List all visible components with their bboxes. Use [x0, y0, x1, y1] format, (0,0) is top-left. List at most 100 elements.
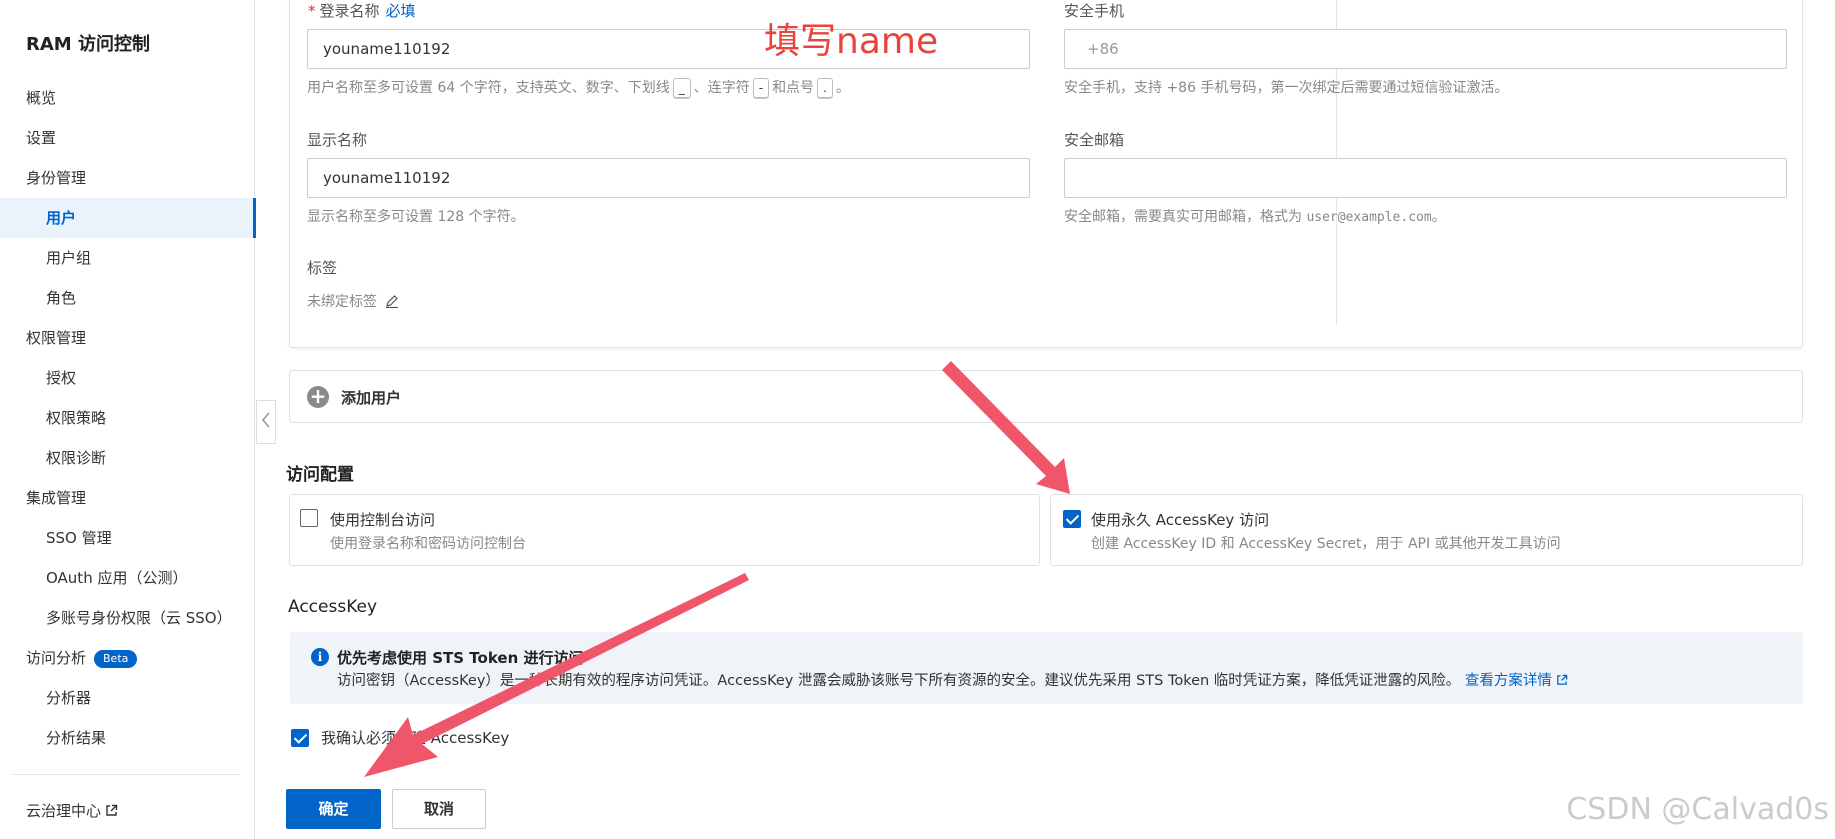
sidebar-item-label: 权限管理 — [26, 329, 87, 347]
sidebar-item-diagnosis[interactable]: 权限诊断 — [0, 438, 255, 478]
help-text: 、连字符 — [693, 80, 750, 96]
sidebar-group-permissions[interactable]: 权限管理 — [0, 318, 255, 358]
accesskey-access-checkbox[interactable] — [1063, 510, 1081, 528]
sidebar-group-integration[interactable]: 集成管理 — [0, 478, 255, 518]
sidebar-item-label: 身份管理 — [26, 169, 87, 187]
sidebar-item-label: 设置 — [26, 129, 57, 147]
accesskey-access-option[interactable]: 使用永久 AccessKey 访问 创建 AccessKey ID 和 Acce… — [1050, 494, 1803, 566]
console-access-title: 使用控制台访问 — [330, 511, 436, 529]
sidebar-item-label: 用户 — [46, 209, 77, 227]
info-body-text: 访问密钥（AccessKey）是一种长期有效的程序访问凭证。AccessKey … — [337, 673, 1461, 689]
sidebar-item-label: OAuth 应用（公测） — [46, 569, 188, 587]
sidebar-item-label: 角色 — [46, 289, 77, 307]
sidebar-item-label: 概览 — [26, 89, 57, 107]
help-text: 。 — [1431, 209, 1446, 225]
login-name-label-text: 登录名称 — [319, 2, 380, 20]
help-text: 和点号 — [772, 80, 815, 96]
cancel-button[interactable]: 取消 — [392, 789, 486, 829]
console-access-desc: 使用登录名称和密码访问控制台 — [330, 536, 526, 552]
info-body: 访问密钥（AccessKey）是一种长期有效的程序访问凭证。AccessKey … — [337, 669, 1568, 690]
phone-help: 安全手机，支持 +86 手机号码，第一次绑定后需要通过短信验证激活。 — [1064, 80, 1509, 96]
display-name-help: 显示名称至多可设置 128 个字符。 — [307, 209, 525, 225]
beta-badge: Beta — [94, 649, 138, 668]
watermark: CSDN @Calvad0s — [1566, 792, 1829, 827]
add-user-label: 添加用户 — [341, 389, 402, 407]
email-help: 安全邮箱，需要真实可用邮箱，格式为 user@example.com。 — [1064, 206, 1446, 226]
confirm-accesskey-checkbox[interactable] — [291, 729, 309, 747]
accesskey-section-title: AccessKey — [288, 597, 378, 617]
sidebar-item-overview[interactable]: 概览 — [0, 78, 255, 118]
sidebar-collapse-button[interactable] — [256, 400, 276, 444]
sidebar-item-label: 权限诊断 — [46, 449, 107, 467]
edit-icon[interactable] — [385, 294, 399, 312]
sidebar-item-label: 权限策略 — [46, 409, 107, 427]
sidebar-item-grants[interactable]: 授权 — [0, 358, 255, 398]
sidebar-group-access-analysis[interactable]: 访问分析 Beta — [0, 638, 255, 678]
sidebar-item-label: 多账号身份权限（云 SSO） — [46, 609, 232, 627]
sidebar-footer-link[interactable]: 云治理中心 — [26, 800, 118, 821]
sidebar-item-user-groups[interactable]: 用户组 — [0, 238, 255, 278]
sidebar-item-roles[interactable]: 角色 — [0, 278, 255, 318]
sidebar-item-policies[interactable]: 权限策略 — [0, 398, 255, 438]
annotation-fill-name: 填写name — [764, 21, 939, 62]
sidebar-item-label: SSO 管理 — [46, 529, 112, 547]
tags-label: 标签 — [307, 259, 338, 277]
required-mark: * — [308, 2, 316, 20]
sidebar-item-cloud-sso[interactable]: 多账号身份权限（云 SSO） — [0, 598, 255, 638]
phone-input[interactable]: +86 — [1064, 29, 1787, 69]
login-name-help: 用户名称至多可设置 64 个字符，支持英文、数字、下划线 _ 、连字符 - 和点号.。 — [307, 77, 850, 98]
display-name-value: youname110192 — [323, 169, 451, 187]
hyphen-key: - — [752, 78, 770, 98]
plus-circle-icon: + — [307, 386, 329, 408]
console-access-option[interactable]: 使用控制台访问 使用登录名称和密码访问控制台 — [289, 494, 1040, 566]
add-user-button[interactable]: + 添加用户 — [289, 370, 1803, 423]
sidebar-footer-label: 云治理中心 — [26, 802, 102, 820]
sidebar-divider — [12, 774, 240, 775]
sidebar-item-label: 集成管理 — [26, 489, 87, 507]
info-icon: i — [311, 648, 329, 666]
help-text: 安全邮箱，需要真实可用邮箱，格式为 — [1064, 209, 1302, 225]
sidebar-nav: 概览 设置 身份管理 用户 用户组 角色 权限管理 授权 权限策略 权限诊断 集… — [0, 78, 256, 758]
display-name-label: 显示名称 — [307, 131, 368, 149]
access-config-title: 访问配置 — [286, 465, 354, 485]
sidebar-item-users[interactable]: 用户 — [0, 198, 256, 238]
tags-value[interactable]: 未绑定标签 — [307, 291, 399, 312]
external-link-icon — [1556, 674, 1568, 690]
solution-details-link[interactable]: 查看方案详情 — [1465, 673, 1568, 689]
help-text: 。 — [835, 80, 850, 96]
display-name-input[interactable]: youname110192 — [307, 158, 1030, 198]
external-link-icon — [105, 803, 118, 821]
sidebar-item-settings[interactable]: 设置 — [0, 118, 255, 158]
sidebar-item-label: 访问分析 — [26, 649, 87, 667]
email-label: 安全邮箱 — [1064, 131, 1125, 149]
sidebar-item-analyzer[interactable]: 分析器 — [0, 678, 255, 718]
email-input[interactable] — [1064, 158, 1787, 198]
sidebar-item-label: 用户组 — [46, 249, 92, 267]
sidebar-item-label: 分析结果 — [46, 729, 107, 747]
sidebar-group-identity[interactable]: 身份管理 — [0, 158, 255, 198]
sidebar-title: RAM 访问控制 — [26, 34, 150, 55]
console-access-checkbox[interactable] — [300, 509, 318, 527]
phone-label: 安全手机 — [1064, 2, 1125, 20]
phone-placeholder: +86 — [1087, 40, 1119, 58]
info-title: 优先考虑使用 STS Token 进行访问 — [337, 649, 584, 667]
sts-info-box: i 优先考虑使用 STS Token 进行访问 访问密钥（AccessKey）是… — [290, 632, 1803, 704]
ok-button[interactable]: 确定 — [286, 789, 381, 829]
sidebar-item-sso[interactable]: SSO 管理 — [0, 518, 255, 558]
sidebar-item-analysis-results[interactable]: 分析结果 — [0, 718, 255, 758]
sidebar: RAM 访问控制 概览 设置 身份管理 用户 用户组 角色 权限管理 授权 权限… — [0, 0, 256, 839]
help-text: 用户名称至多可设置 64 个字符，支持英文、数字、下划线 — [307, 80, 670, 96]
user-form-panel: * 登录名称 必填 youname110192 填写name 用户名称至多可设置 6… — [289, 0, 1803, 348]
tags-empty-text: 未绑定标签 — [307, 294, 377, 310]
dot-key: . — [817, 78, 833, 98]
accesskey-access-desc: 创建 AccessKey ID 和 AccessKey Secret，用于 AP… — [1091, 536, 1561, 552]
solution-details-label: 查看方案详情 — [1464, 673, 1552, 689]
email-example: user@example.com — [1306, 210, 1432, 225]
required-text: 必填 — [385, 2, 416, 20]
sidebar-item-oauth[interactable]: OAuth 应用（公测） — [0, 558, 255, 598]
chevron-left-icon — [261, 410, 271, 434]
accesskey-access-title: 使用永久 AccessKey 访问 — [1091, 511, 1270, 529]
login-name-label: * 登录名称 必填 — [308, 0, 416, 21]
login-name-value: youname110192 — [323, 40, 451, 58]
sidebar-item-label: 授权 — [46, 369, 77, 387]
